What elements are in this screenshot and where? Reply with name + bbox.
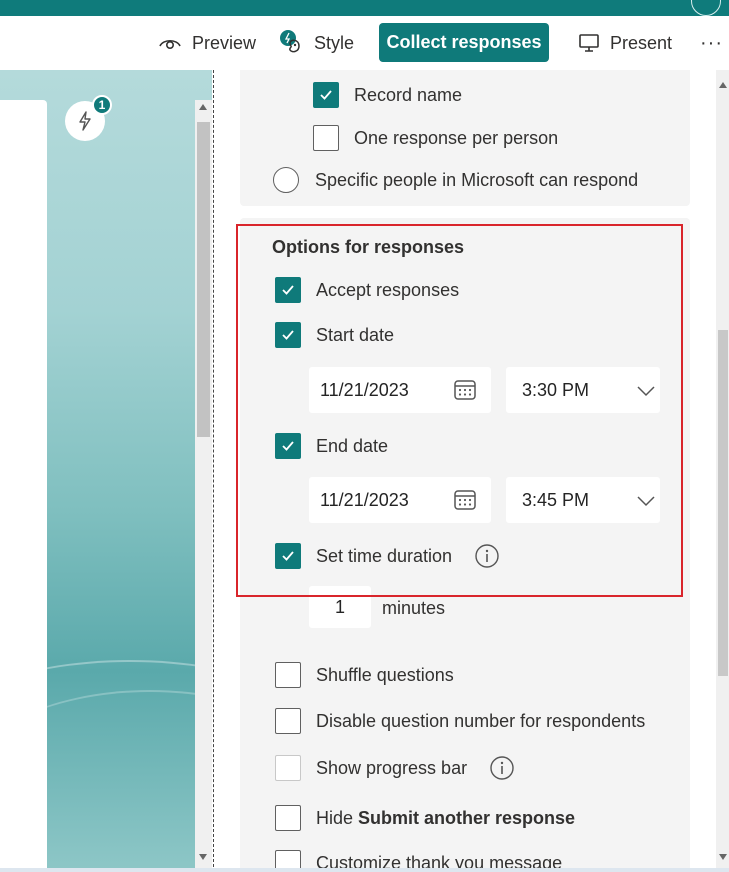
shuffle-questions-option[interactable]: Shuffle questions <box>275 662 454 688</box>
end-time-value: 3:45 PM <box>522 489 590 510</box>
monitor-icon <box>579 34 599 52</box>
canvas-scrollbar[interactable] <box>195 100 212 872</box>
start-date-option[interactable]: Start date <box>275 322 394 348</box>
one-response-label: One response per person <box>354 127 559 148</box>
shuffle-questions-checkbox[interactable] <box>275 662 301 688</box>
options-for-responses-section: Options for responses Accept responses S… <box>240 218 690 872</box>
checkmark-icon <box>282 551 294 561</box>
checkmark-icon <box>282 330 294 340</box>
scroll-down-arrow[interactable] <box>719 854 727 860</box>
scrollbar-thumb[interactable] <box>197 122 210 437</box>
form-toolbar: Preview Style Collect responses Present … <box>0 16 729 70</box>
eye-icon <box>159 39 181 50</box>
disable-numbers-checkbox[interactable] <box>275 708 301 734</box>
lightning-icon <box>79 111 91 131</box>
suggestions-badge: 1 <box>92 95 112 115</box>
hide-submit-prefix: Hide <box>316 807 354 828</box>
hide-submit-option[interactable]: Hide Submit another response <box>275 805 575 831</box>
settings-panel: Record name One response per person Spec… <box>214 70 716 872</box>
form-canvas <box>0 70 212 872</box>
end-date-label: End date <box>316 435 389 456</box>
end-date-picker[interactable]: 11/21/2023 <box>309 477 491 523</box>
record-name-label: Record name <box>354 84 463 105</box>
checkmark-icon <box>282 441 294 451</box>
style-button[interactable]: Style <box>278 16 354 70</box>
preview-label: Preview <box>192 32 257 53</box>
hide-submit-checkbox[interactable] <box>275 805 301 831</box>
progress-bar-checkbox[interactable] <box>275 755 301 781</box>
form-card <box>0 100 47 872</box>
scroll-down-arrow[interactable] <box>199 854 207 860</box>
collect-responses-button[interactable]: Collect responses <box>379 23 549 62</box>
checkmark-icon <box>282 285 294 295</box>
accept-responses-label: Accept responses <box>316 279 460 300</box>
duration-unit: minutes <box>382 598 446 618</box>
taskbar-edge <box>0 868 729 872</box>
progress-bar-option[interactable]: Show progress bar <box>275 755 515 781</box>
scroll-up-arrow[interactable] <box>719 82 727 88</box>
end-date-checkbox[interactable] <box>275 433 301 459</box>
options-section-title: Options for responses <box>272 237 465 257</box>
settings-scrollbar[interactable] <box>716 70 729 872</box>
time-duration-label: Set time duration <box>316 545 453 566</box>
calendar-icon[interactable] <box>453 379 477 401</box>
time-duration-option[interactable]: Set time duration <box>275 543 500 569</box>
present-label: Present <box>610 32 673 53</box>
preview-button[interactable]: Preview <box>158 16 256 70</box>
more-options-button[interactable]: ··· <box>700 16 723 70</box>
start-date-picker[interactable]: 11/21/2023 <box>309 367 491 413</box>
start-time-value: 3:30 PM <box>522 379 590 400</box>
who-can-respond-section: Record name One response per person Spec… <box>240 70 690 206</box>
record-name-option[interactable]: Record name <box>313 82 462 108</box>
start-time-dropdown[interactable]: 3:30 PM <box>506 367 660 413</box>
shuffle-questions-label: Shuffle questions <box>316 664 454 685</box>
accept-responses-checkbox[interactable] <box>275 277 301 303</box>
one-response-checkbox[interactable] <box>313 125 339 151</box>
chevron-down-icon <box>637 496 655 507</box>
style-label: Style <box>314 32 355 53</box>
accept-responses-option[interactable]: Accept responses <box>275 277 459 303</box>
calendar-icon[interactable] <box>453 489 477 511</box>
info-icon[interactable] <box>474 543 500 569</box>
chevron-down-icon <box>637 386 655 397</box>
time-duration-checkbox[interactable] <box>275 543 301 569</box>
scrollbar-thumb[interactable] <box>718 330 728 676</box>
checkmark-icon <box>320 90 332 100</box>
account-avatar[interactable] <box>691 0 721 16</box>
palette-icon <box>280 30 300 53</box>
present-button[interactable]: Present <box>578 16 672 70</box>
scroll-up-arrow[interactable] <box>199 104 207 110</box>
specific-people-label: Specific people in Microsoft can respond <box>315 169 639 190</box>
specific-people-radio[interactable] <box>273 167 299 193</box>
progress-bar-label: Show progress bar <box>316 757 468 778</box>
disable-numbers-option[interactable]: Disable question number for respondents <box>275 708 645 734</box>
start-date-checkbox[interactable] <box>275 322 301 348</box>
record-name-checkbox[interactable] <box>313 82 339 108</box>
one-response-option[interactable]: One response per person <box>313 125 558 151</box>
hide-submit-bold: Submit another response <box>358 807 576 828</box>
end-time-dropdown[interactable]: 3:45 PM <box>506 477 660 523</box>
app-header-bar <box>0 0 729 16</box>
disable-numbers-label: Disable question number for respondents <box>316 710 646 731</box>
end-date-option[interactable]: End date <box>275 433 388 459</box>
duration-input[interactable]: 1 <box>309 586 371 628</box>
start-date-label: Start date <box>316 324 395 345</box>
end-date-value: 11/21/2023 <box>320 489 409 510</box>
specific-people-option[interactable]: Specific people in Microsoft can respond <box>273 167 638 193</box>
start-date-value: 11/21/2023 <box>320 379 409 400</box>
info-icon[interactable] <box>489 755 515 781</box>
